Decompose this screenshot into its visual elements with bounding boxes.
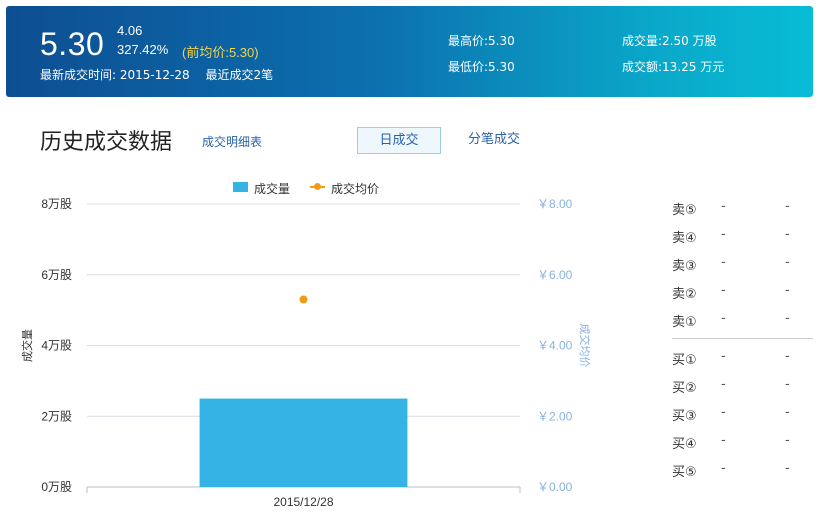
order-level-label: 卖② [672, 287, 697, 302]
y2-tick-label: ￥8.00 [537, 197, 573, 211]
order-level-label: 卖⑤ [672, 203, 697, 218]
order-volume: - [785, 283, 790, 298]
y-axis-title: 成交量 [20, 329, 34, 362]
order-level-label: 买⑤ [672, 465, 697, 480]
buy-order-row: 买④ - - [672, 433, 802, 453]
order-price: - [721, 255, 726, 270]
x-tick-label: 2015/12/28 [273, 495, 333, 509]
legend-volume-swatch[interactable] [233, 182, 248, 192]
order-price: - [721, 227, 726, 242]
volume-bar [199, 398, 408, 487]
buy-order-row: 买② - - [672, 377, 802, 397]
order-level-label: 卖① [672, 315, 697, 330]
sell-order-row: 卖④ - - [672, 227, 802, 247]
order-level-label: 买④ [672, 437, 697, 452]
y-tick-label: 6万股 [41, 268, 72, 282]
avg-price-point [299, 295, 308, 304]
y2-axis-title: 成交均价 [578, 324, 592, 368]
order-volume: - [785, 199, 790, 214]
order-book-divider [672, 338, 813, 339]
trade-volume: 成交量:2.50 万股 [622, 34, 717, 48]
order-level-label: 买② [672, 381, 697, 396]
section-title: 历史成交数据 [40, 130, 173, 155]
order-volume: - [785, 377, 790, 392]
high-price: 最高价:5.30 [448, 34, 515, 48]
y2-tick-label: ￥0.00 [537, 480, 573, 494]
order-volume: - [785, 227, 790, 242]
order-volume: - [785, 349, 790, 364]
trade-amount: 成交额:13.25 万元 [622, 60, 725, 74]
y-tick-label: 8万股 [41, 197, 72, 211]
order-level-label: 买③ [672, 409, 697, 424]
y-tick-label: 0万股 [41, 480, 72, 494]
order-level-label: 卖③ [672, 259, 697, 274]
trade-history-chart: 0万股 ￥0.00 2万股 ￥2.00 4万股 ￥4.00 6万股 ￥6.00 8万股 ￥8.00… [20, 197, 592, 509]
sell-order-row: 卖① - - [672, 311, 802, 331]
order-volume: - [785, 405, 790, 420]
sell-order-row: 卖⑤ - - [672, 199, 802, 219]
price-change: 4.06 [117, 23, 143, 38]
order-price: - [721, 283, 726, 298]
y2-tick-label: ￥6.00 [537, 268, 573, 282]
buy-order-row: 买① - - [672, 349, 802, 369]
order-price: - [721, 405, 726, 420]
low-price: 最低价:5.30 [448, 60, 515, 74]
y2-tick-label: ￥4.00 [537, 339, 573, 353]
order-level-label: 买① [672, 353, 697, 368]
order-price: - [721, 199, 726, 214]
order-level-label: 卖④ [672, 231, 697, 246]
trade-detail-link[interactable]: 成交明细表 [202, 133, 262, 150]
trade-time-line: 最新成交时间: 2015-12-28 最近成交2笔 [40, 66, 285, 83]
last-price: 5.30 [40, 26, 105, 62]
tab-tick-trades[interactable]: 分笔成交 [452, 127, 536, 154]
previous-average-price: (前均价:5.30) [182, 45, 259, 60]
tab-daily-trades[interactable]: 日成交 [357, 127, 441, 154]
sell-order-row: 卖② - - [672, 283, 802, 303]
latest-trade-time: 最新成交时间: 2015-12-28 [40, 68, 190, 82]
order-price: - [721, 311, 726, 326]
y-tick-label: 2万股 [41, 409, 72, 423]
sell-order-row: 卖③ - - [672, 255, 802, 275]
order-volume: - [785, 255, 790, 270]
buy-order-row: 买③ - - [672, 405, 802, 425]
order-volume: - [785, 461, 790, 476]
recent-trade-count: 最近成交2笔 [205, 68, 274, 82]
order-volume: - [785, 433, 790, 448]
order-price: - [721, 349, 726, 364]
y-tick-label: 4万股 [41, 339, 72, 353]
order-price: - [721, 433, 726, 448]
order-price: - [721, 377, 726, 392]
buy-order-row: 买⑤ - - [672, 461, 802, 481]
y2-tick-label: ￥2.00 [537, 409, 573, 423]
order-volume: - [785, 311, 790, 326]
order-price: - [721, 461, 726, 476]
price-change-percent: 327.42% [117, 42, 169, 57]
legend-avg-price-dot[interactable] [314, 183, 321, 190]
quote-banner: 5.30 4.06 327.42% (前均价:5.30) 最新成交时间: 201… [6, 6, 813, 97]
